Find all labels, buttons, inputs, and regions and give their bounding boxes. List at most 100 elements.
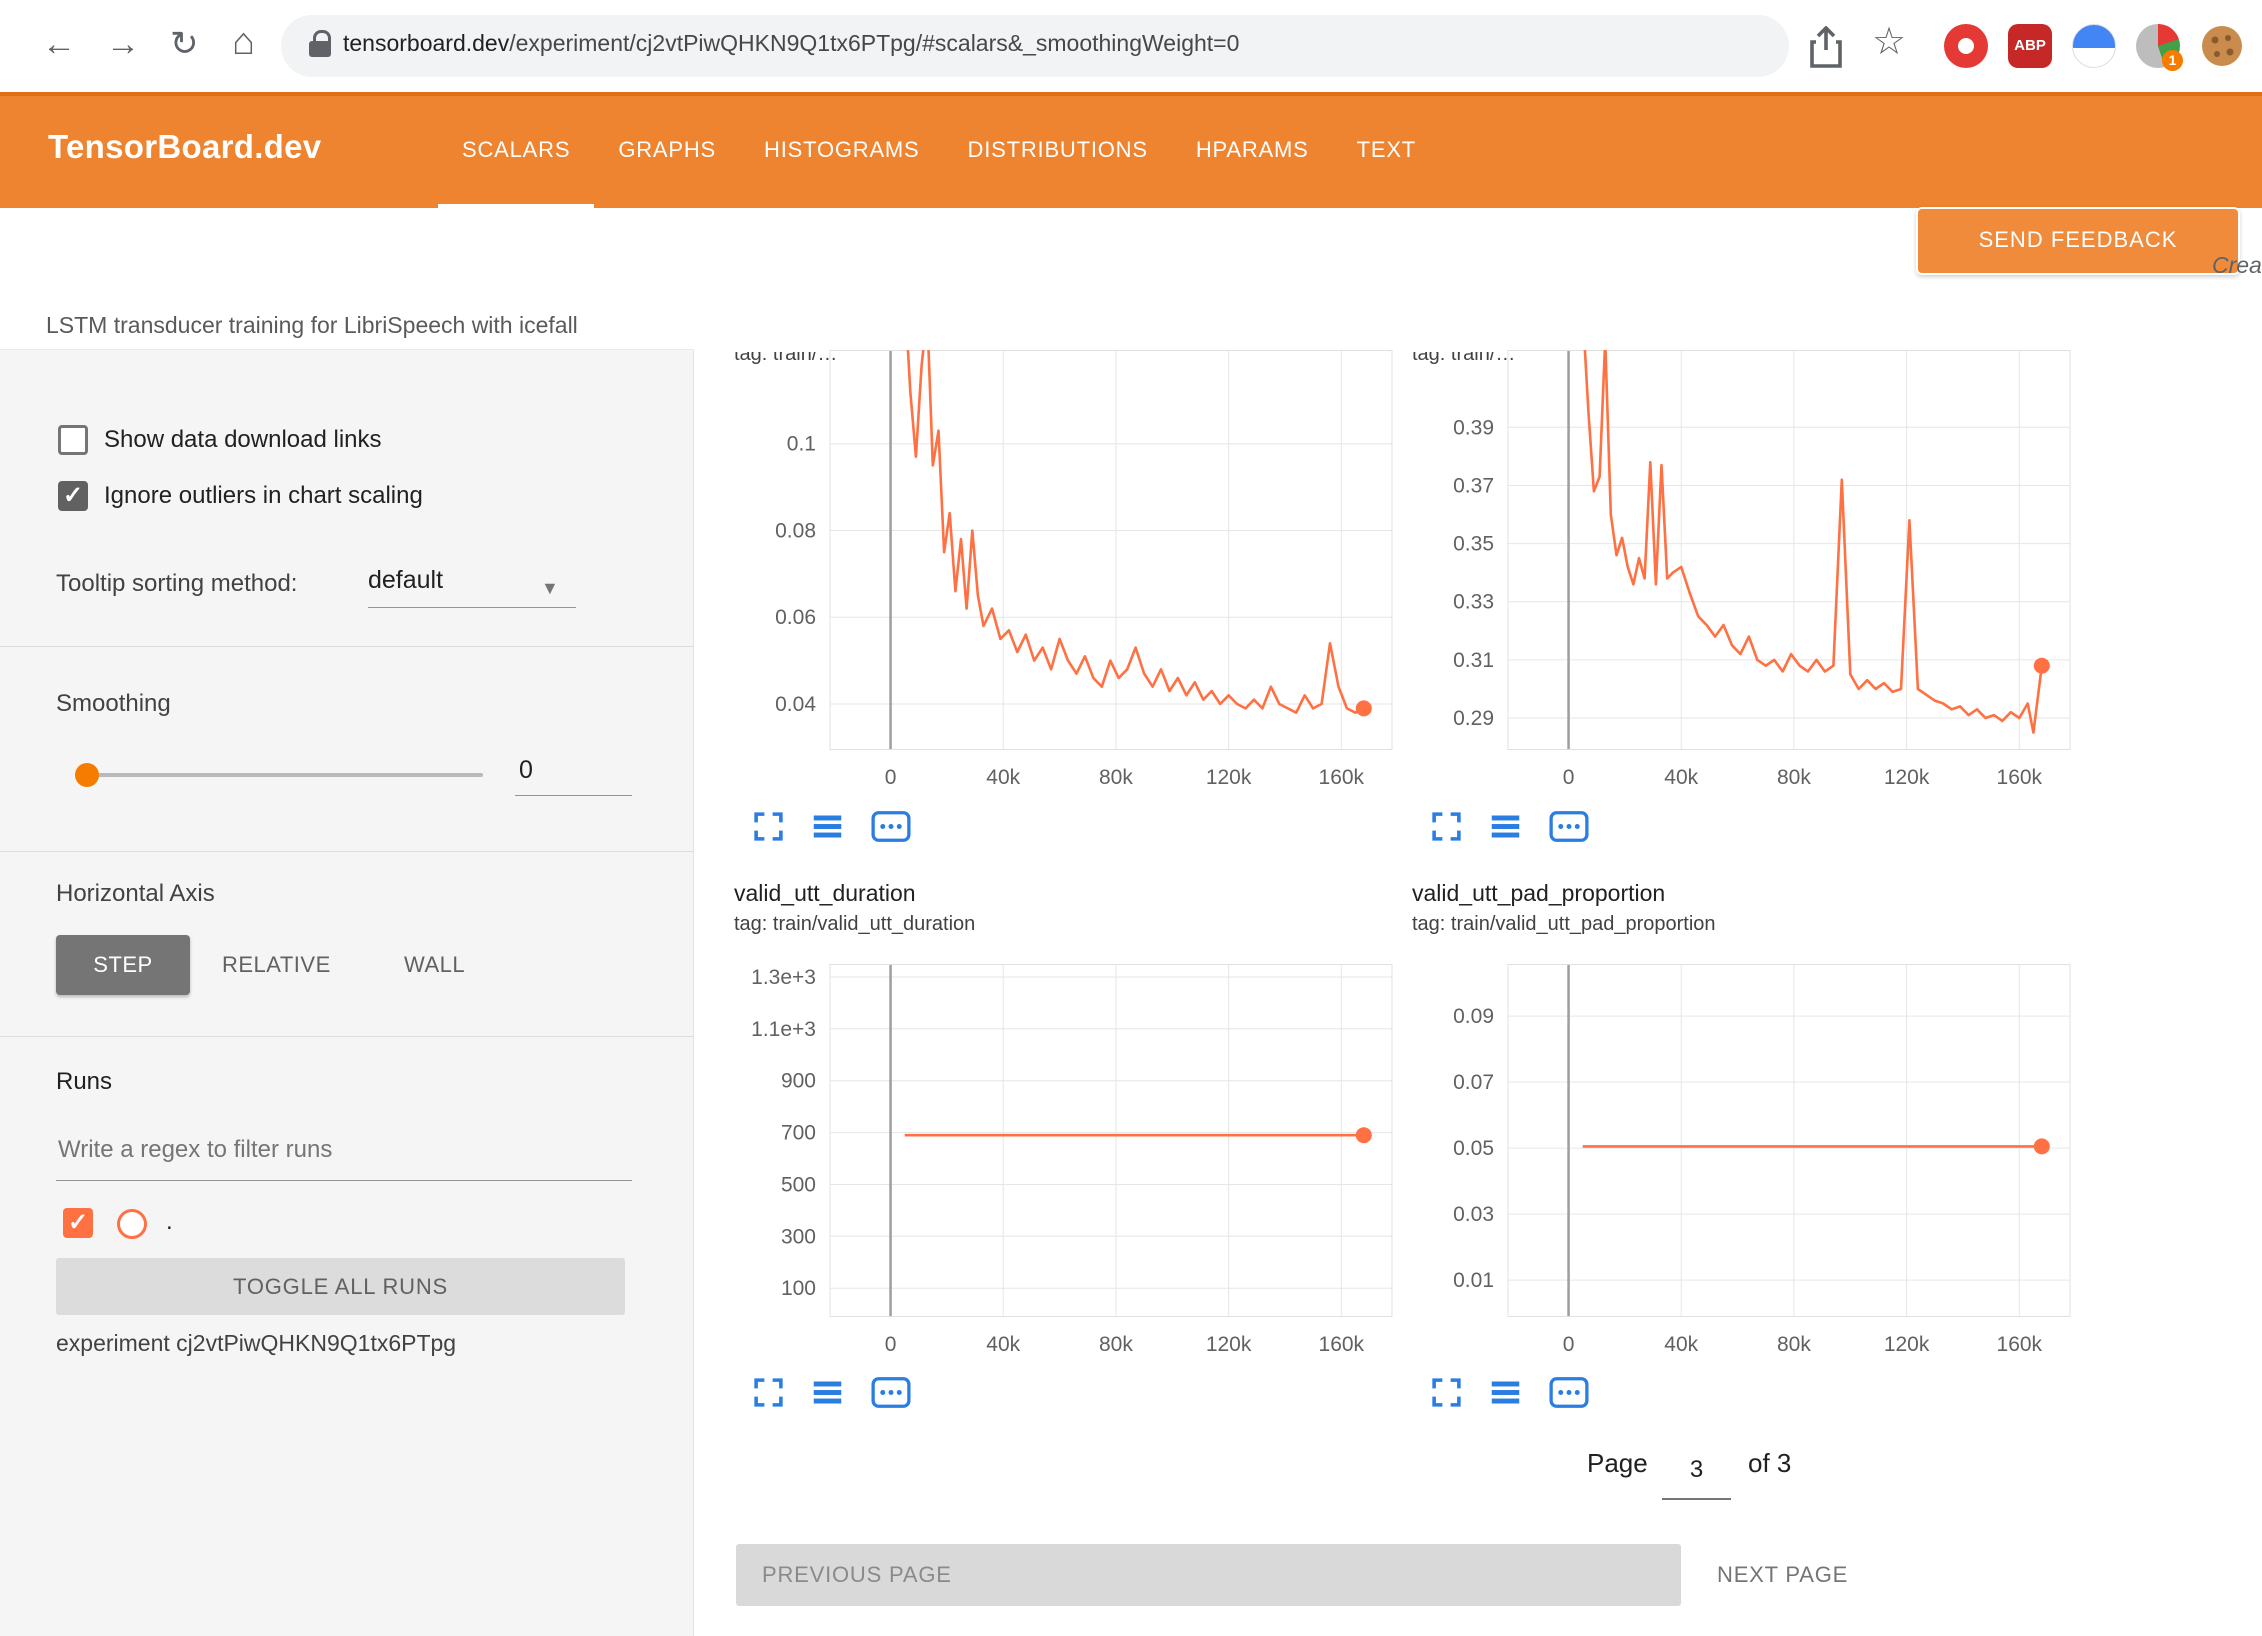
tooltip-sort-underline bbox=[368, 607, 576, 608]
refresh-icon[interactable]: ↻ bbox=[170, 24, 199, 64]
svg-text:160k: 160k bbox=[1319, 766, 1365, 789]
page-number-input[interactable]: 3 bbox=[1662, 1456, 1731, 1484]
svg-text:0.33: 0.33 bbox=[1453, 591, 1494, 614]
axis-wall-button[interactable]: WALL bbox=[404, 952, 465, 978]
chart-plot-4[interactable]: 0.010.030.050.070.09040k80k120k160k bbox=[1408, 964, 2084, 1368]
svg-text:0.29: 0.29 bbox=[1453, 707, 1494, 730]
tab-histograms[interactable]: HISTOGRAMS bbox=[740, 92, 944, 208]
data-table-icon[interactable] bbox=[811, 1376, 844, 1409]
runs-filter-underline bbox=[56, 1180, 632, 1181]
chart3-toolbar bbox=[752, 1376, 912, 1409]
svg-text:40k: 40k bbox=[1664, 1333, 1698, 1356]
chart-plot-1[interactable]: 0.040.060.080.1040k80k120k160k bbox=[730, 350, 1406, 801]
adblock-extension-icon[interactable] bbox=[1944, 24, 1988, 68]
svg-text:80k: 80k bbox=[1099, 766, 1133, 789]
run-name-label: . bbox=[166, 1208, 173, 1236]
fullscreen-icon[interactable] bbox=[752, 1376, 785, 1409]
svg-text:40k: 40k bbox=[1664, 766, 1698, 789]
svg-text:100: 100 bbox=[781, 1277, 816, 1300]
svg-text:0: 0 bbox=[885, 766, 897, 789]
smoothing-slider-track[interactable] bbox=[87, 773, 483, 777]
app-header: TensorBoard.dev SCALARS GRAPHS HISTOGRAM… bbox=[0, 92, 2262, 208]
send-feedback-button[interactable]: SEND FEEDBACK bbox=[1916, 207, 2240, 275]
svg-text:0.05: 0.05 bbox=[1453, 1137, 1494, 1160]
data-table-icon[interactable] bbox=[1489, 1376, 1522, 1409]
data-table-icon[interactable] bbox=[1489, 810, 1522, 843]
svg-text:0.03: 0.03 bbox=[1453, 1203, 1494, 1226]
svg-text:0.1: 0.1 bbox=[787, 433, 816, 456]
svg-text:900: 900 bbox=[781, 1070, 816, 1093]
tab-distributions[interactable]: DISTRIBUTIONS bbox=[944, 92, 1172, 208]
svg-text:0.37: 0.37 bbox=[1453, 475, 1494, 498]
tooltip-sort-label: Tooltip sorting method: bbox=[56, 570, 297, 598]
fullscreen-icon[interactable] bbox=[752, 810, 785, 843]
svg-text:700: 700 bbox=[781, 1122, 816, 1145]
show-download-links-label: Show data download links bbox=[104, 426, 382, 454]
svg-text:0.07: 0.07 bbox=[1453, 1071, 1494, 1094]
show-download-links-checkbox[interactable] bbox=[58, 425, 88, 455]
tab-text[interactable]: TEXT bbox=[1333, 92, 1440, 208]
svg-text:0.09: 0.09 bbox=[1453, 1005, 1494, 1028]
svg-text:1.3e+3: 1.3e+3 bbox=[751, 966, 816, 989]
profile-avatar[interactable]: 1 bbox=[2136, 24, 2180, 68]
axis-relative-button[interactable]: RELATIVE bbox=[222, 952, 331, 978]
smoothing-slider-thumb[interactable] bbox=[75, 763, 99, 787]
fit-domain-icon[interactable] bbox=[870, 810, 912, 843]
axis-step-button[interactable]: STEP bbox=[56, 935, 190, 995]
ignore-outliers-checkbox[interactable]: ✓ bbox=[58, 481, 88, 511]
svg-text:0.31: 0.31 bbox=[1453, 649, 1494, 672]
tab-hparams[interactable]: HPARAMS bbox=[1172, 92, 1333, 208]
svg-text:0.08: 0.08 bbox=[775, 520, 816, 543]
chart1-toolbar bbox=[752, 810, 912, 843]
url-host: tensorboard.dev bbox=[343, 30, 509, 56]
svg-text:160k: 160k bbox=[1319, 1333, 1365, 1356]
tooltip-sort-select[interactable]: default bbox=[368, 566, 443, 595]
browser-toolbar: ← → ↻ ⌂ tensorboard.dev/experiment/cj2vt… bbox=[0, 0, 2262, 92]
svg-text:0.06: 0.06 bbox=[775, 606, 816, 629]
url-text[interactable]: tensorboard.dev/experiment/cj2vtPiwQHKN9… bbox=[343, 30, 1239, 57]
page-label: Page bbox=[1587, 1448, 1648, 1479]
next-page-button[interactable]: NEXT PAGE bbox=[1717, 1544, 1848, 1606]
ignore-outliers-label: Ignore outliers in chart scaling bbox=[104, 482, 423, 510]
share-icon[interactable] bbox=[1806, 26, 1846, 70]
runs-filter-input[interactable] bbox=[56, 1130, 636, 1170]
chart-plot-3[interactable]: 1003005007009001.1e+31.3e+3040k80k120k16… bbox=[730, 964, 1406, 1368]
sidebar-divider bbox=[0, 851, 693, 852]
back-icon[interactable]: ← bbox=[42, 24, 76, 64]
home-icon[interactable]: ⌂ bbox=[232, 22, 255, 62]
abp-extension-icon[interactable]: ABP bbox=[2008, 24, 2052, 68]
previous-page-button[interactable]: PREVIOUS PAGE bbox=[736, 1544, 1681, 1606]
run-color-swatch[interactable] bbox=[117, 1209, 147, 1239]
smoothing-value-input[interactable]: 0 bbox=[519, 756, 533, 785]
svg-text:40k: 40k bbox=[986, 1333, 1020, 1356]
svg-text:0.35: 0.35 bbox=[1453, 533, 1494, 556]
fit-domain-icon[interactable] bbox=[1548, 1376, 1590, 1409]
chart4-title: valid_utt_pad_proportion bbox=[1412, 880, 1665, 907]
svg-text:80k: 80k bbox=[1777, 1333, 1811, 1356]
fit-domain-icon[interactable] bbox=[870, 1376, 912, 1409]
data-table-icon[interactable] bbox=[811, 810, 844, 843]
fit-domain-icon[interactable] bbox=[1548, 810, 1590, 843]
svg-text:0: 0 bbox=[885, 1333, 897, 1356]
cookie-icon[interactable] bbox=[2200, 24, 2244, 68]
fullscreen-icon[interactable] bbox=[1430, 810, 1463, 843]
bookmark-star-icon[interactable]: ☆ bbox=[1872, 22, 1906, 62]
toggle-all-runs-button[interactable]: TOGGLE ALL RUNS bbox=[56, 1258, 625, 1315]
svg-text:120k: 120k bbox=[1206, 1333, 1252, 1356]
run-checkbox[interactable]: ✓ bbox=[63, 1208, 93, 1238]
tab-graphs[interactable]: GRAPHS bbox=[594, 92, 740, 208]
chart-plot-2[interactable]: 0.290.310.330.350.370.39040k80k120k160k bbox=[1408, 350, 2084, 801]
page-of-label: of 3 bbox=[1748, 1448, 1791, 1479]
tab-scalars[interactable]: SCALARS bbox=[438, 92, 594, 208]
forward-icon[interactable]: → bbox=[106, 24, 140, 64]
url-path: /experiment/cj2vtPiwQHKN9Q1tx6PTpg/#scal… bbox=[509, 30, 1239, 56]
chevron-down-icon[interactable]: ▼ bbox=[541, 578, 559, 599]
svg-text:0.01: 0.01 bbox=[1453, 1269, 1494, 1292]
svg-text:160k: 160k bbox=[1997, 1333, 2043, 1356]
svg-text:80k: 80k bbox=[1777, 766, 1811, 789]
tensorboard-page: ← → ↻ ⌂ tensorboard.dev/experiment/cj2vt… bbox=[0, 0, 2262, 1636]
horizontal-axis-label: Horizontal Axis bbox=[56, 880, 215, 908]
blue-extension-icon[interactable] bbox=[2072, 24, 2116, 68]
svg-text:0: 0 bbox=[1563, 1333, 1575, 1356]
fullscreen-icon[interactable] bbox=[1430, 1376, 1463, 1409]
